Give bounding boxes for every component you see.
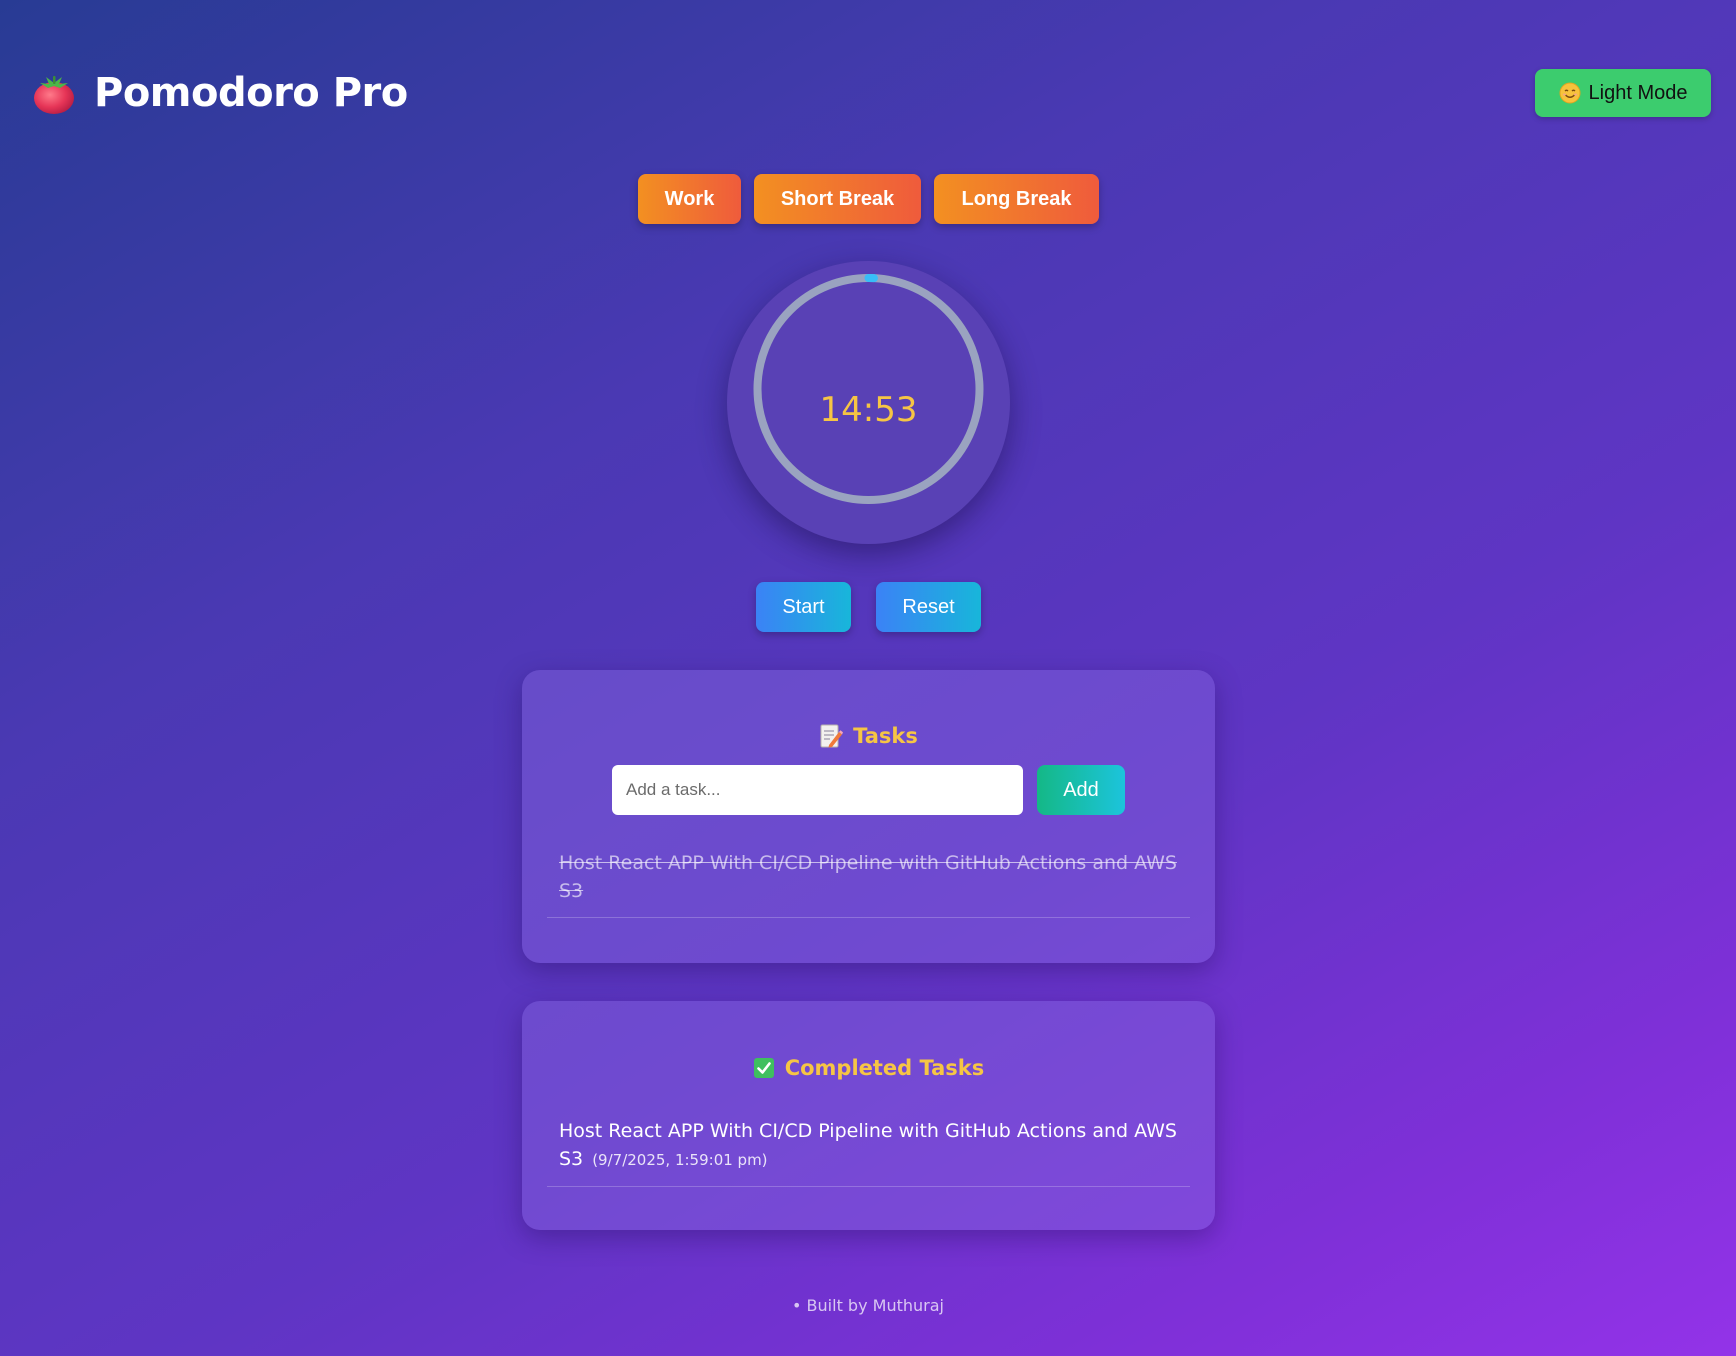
tasks-card: Tasks Add Host React APP With CI/CD Pipe…: [522, 670, 1215, 963]
mode-work-button[interactable]: Work: [638, 174, 741, 224]
tasks-heading: Tasks: [522, 723, 1215, 749]
completed-task-timestamp: (9/7/2025, 1:59:01 pm): [592, 1151, 768, 1169]
theme-toggle-label: Light Mode: [1588, 81, 1688, 104]
completed-tasks-heading-label: Completed Tasks: [784, 1056, 985, 1080]
memo-icon: [820, 724, 844, 748]
theme-toggle-button[interactable]: Light Mode: [1535, 69, 1711, 117]
smiling-face-icon: [1559, 82, 1581, 104]
reset-button[interactable]: Reset: [876, 582, 981, 632]
mode-short-break-button[interactable]: Short Break: [754, 174, 921, 224]
app-header: Pomodoro Pro: [32, 70, 408, 116]
completed-task-item: Host React APP With CI/CD Pipeline with …: [547, 1117, 1190, 1187]
task-input[interactable]: [612, 765, 1023, 815]
tasks-heading-label: Tasks: [853, 724, 918, 748]
mode-long-break-button[interactable]: Long Break: [934, 174, 1099, 224]
completed-tasks-card: Completed Tasks Host React APP With CI/C…: [522, 1001, 1215, 1230]
app-title: Pomodoro Pro: [94, 70, 408, 116]
footer-credit: • Built by Muthuraj: [792, 1296, 944, 1315]
tomato-icon: [34, 76, 74, 114]
add-task-button[interactable]: Add: [1037, 765, 1125, 815]
timer-dial: 14:53: [727, 261, 1010, 544]
task-list-item[interactable]: Host React APP With CI/CD Pipeline with …: [547, 849, 1190, 918]
completed-tasks-heading: Completed Tasks: [522, 1056, 1215, 1080]
start-button[interactable]: Start: [756, 582, 851, 632]
timer-display: 14:53: [819, 389, 918, 430]
check-mark-icon: [753, 1058, 774, 1078]
